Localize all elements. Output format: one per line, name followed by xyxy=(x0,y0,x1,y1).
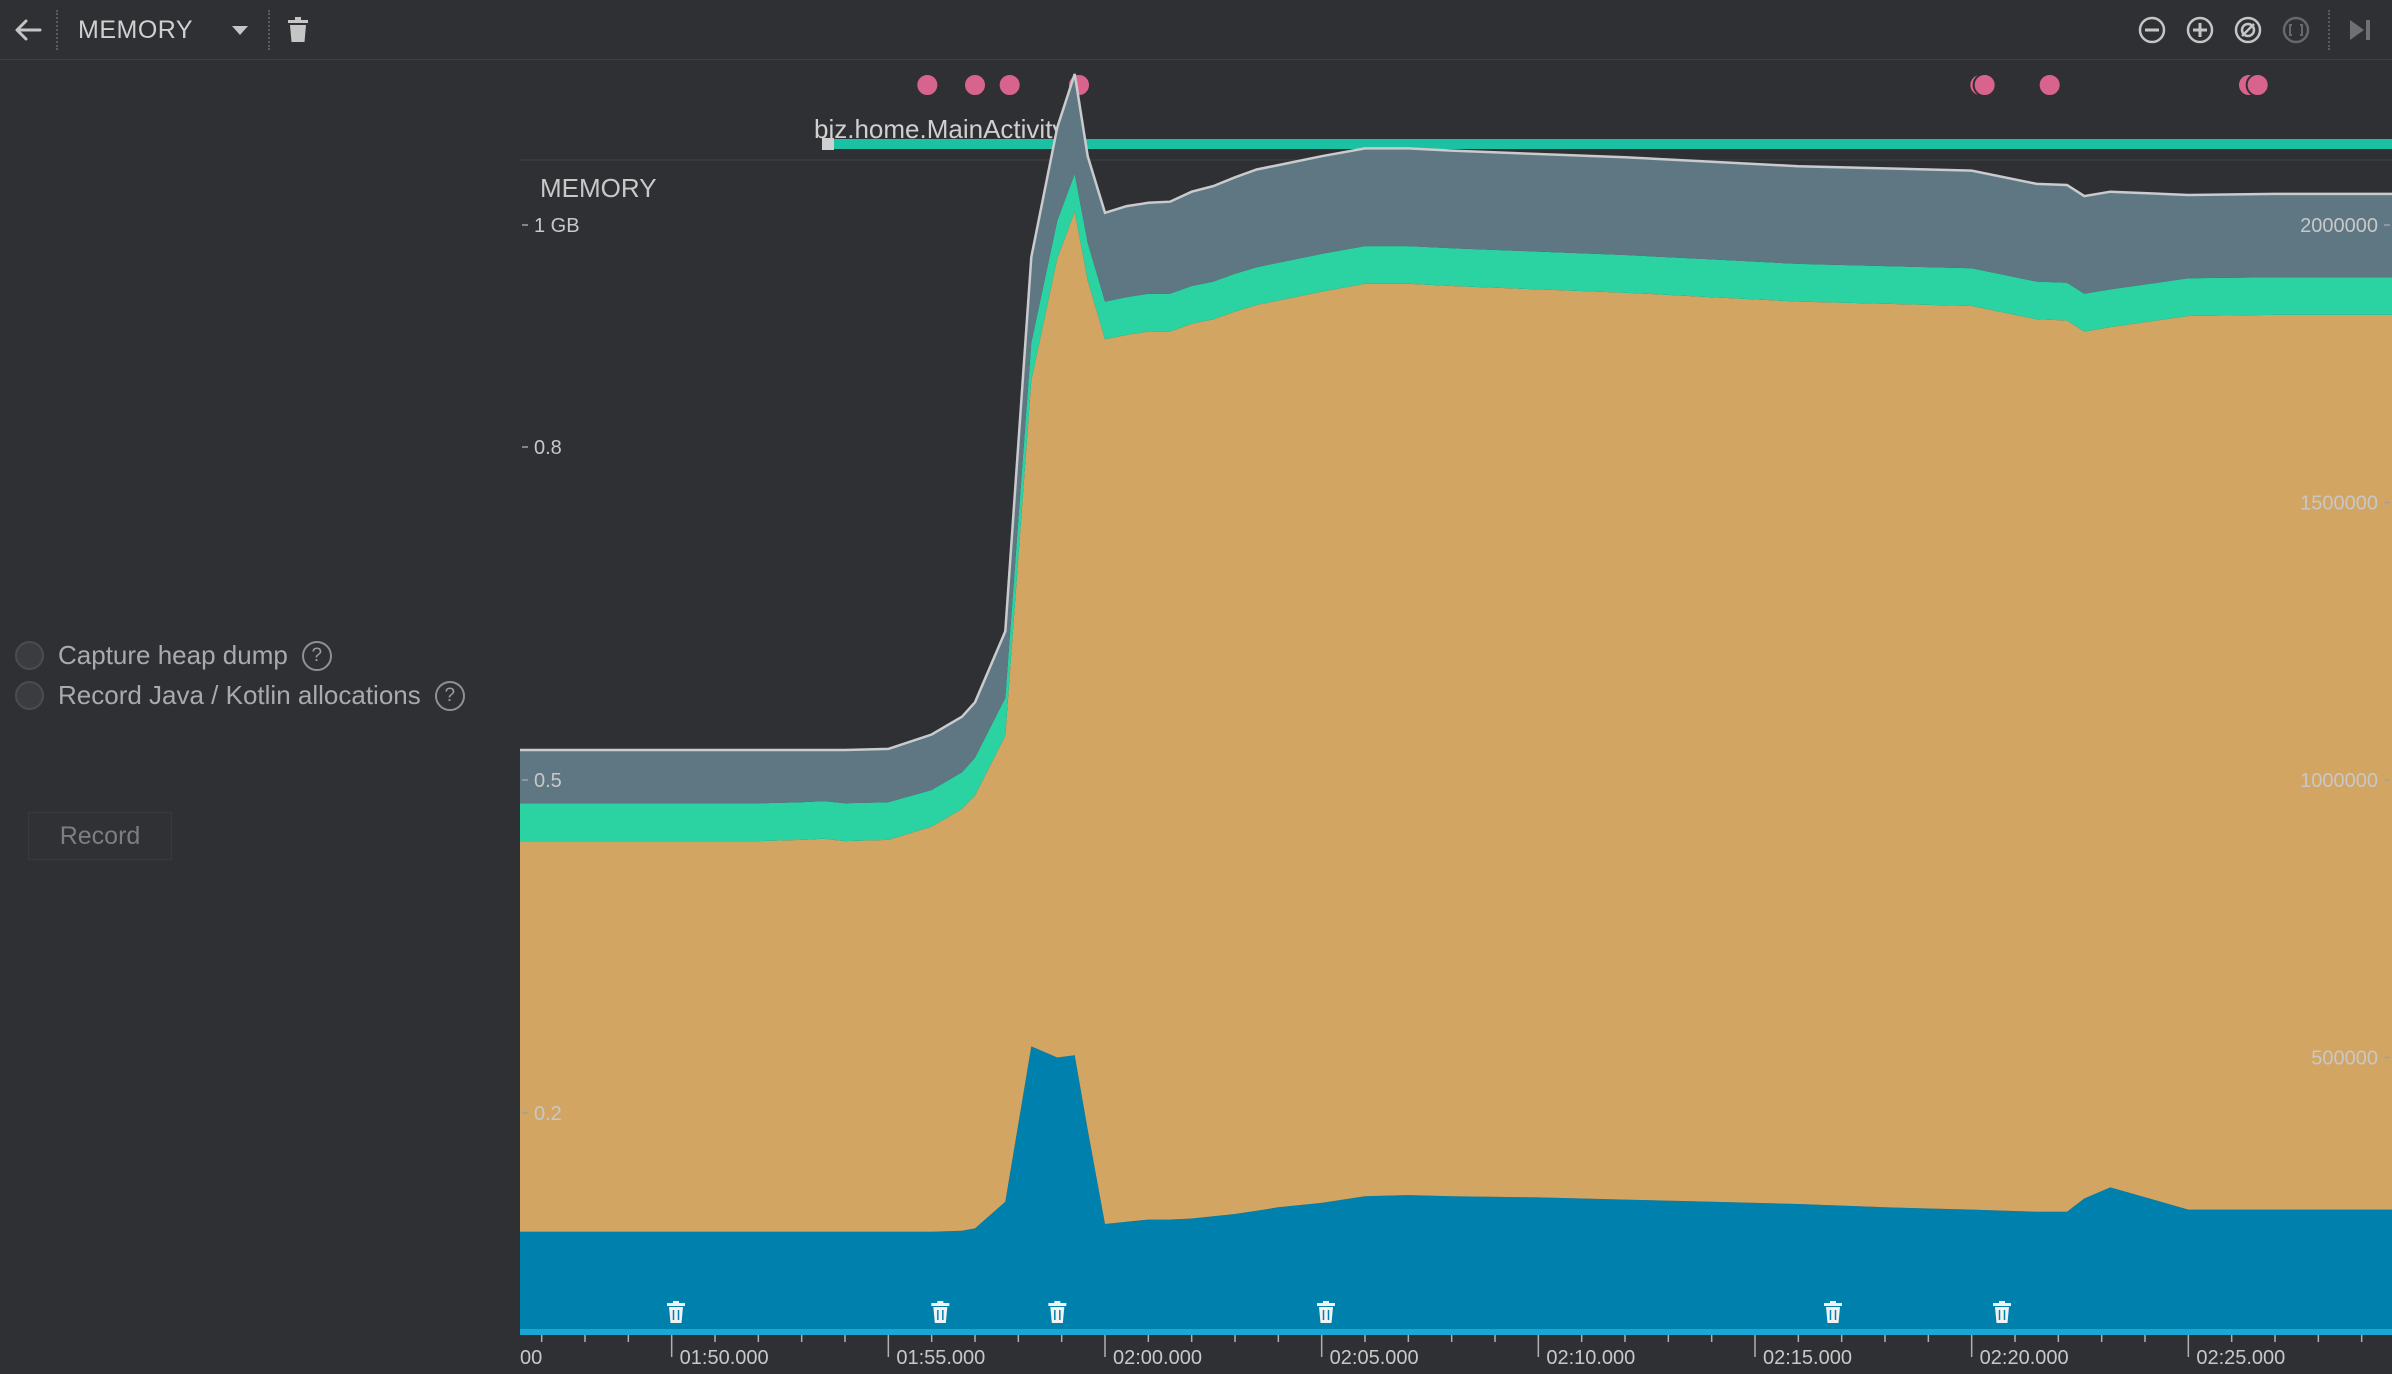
interaction-event-dot[interactable] xyxy=(2245,73,2270,97)
toolbar-separator xyxy=(56,10,58,50)
x-tick-label: 02:10.000 xyxy=(1546,1347,1635,1369)
record-allocations-option[interactable]: Record Java / Kotlin allocations ? xyxy=(15,680,465,711)
memory-areas xyxy=(520,73,2392,1335)
memory-chart-title: MEMORY xyxy=(540,173,657,203)
back-button[interactable] xyxy=(8,10,48,50)
memory-timeline[interactable]: biz.home.MainActivity MEMORY 1 GB 0.8 0.5 0… xyxy=(497,60,2392,1374)
trash-icon xyxy=(288,17,308,42)
zoom-in-button[interactable] xyxy=(2180,10,2220,50)
gc-trash-body xyxy=(933,1307,948,1323)
gc-trash-lid xyxy=(931,1303,950,1306)
gc-trash-handle xyxy=(673,1301,679,1303)
gc-trash-body xyxy=(669,1307,683,1323)
memory-area-java xyxy=(520,211,2392,1232)
x-tick-label: 01:50.000 xyxy=(680,1347,769,1369)
x-tick-label: 02:25.000 xyxy=(2196,1347,2285,1369)
zoom-out-icon xyxy=(2138,16,2166,44)
gc-trash-lid xyxy=(667,1303,685,1306)
gc-trash-lid xyxy=(1317,1303,1335,1306)
reset-zoom-icon xyxy=(2234,16,2262,44)
zoom-out-button[interactable] xyxy=(2132,10,2172,50)
record-allocations-label: Record Java / Kotlin allocations xyxy=(58,680,421,710)
help-icon[interactable]: ? xyxy=(434,680,465,711)
y-left-tick-label: 0.5 xyxy=(534,770,562,792)
go-live-icon xyxy=(2350,20,2370,40)
x-tick-label: 02:20.000 xyxy=(1980,1347,2069,1369)
interaction-events xyxy=(915,73,2270,97)
memory-chart[interactable]: biz.home.MainActivity MEMORY 1 GB 0.8 0.5 0… xyxy=(497,60,2392,1374)
y-right-tick-label: 1000000 xyxy=(2300,770,2378,792)
gc-trash-body xyxy=(1050,1307,1065,1323)
interaction-event-dot[interactable] xyxy=(963,73,987,97)
capture-heap-dump-option[interactable]: Capture heap dump ? xyxy=(15,640,332,671)
gc-trash-handle xyxy=(937,1301,944,1303)
x-tick-label: 01:55.000 xyxy=(896,1347,985,1369)
y-left-tick-label: 1 GB xyxy=(534,215,580,237)
frame-selection-icon xyxy=(2282,16,2310,44)
go-live-button[interactable] xyxy=(2340,10,2380,50)
interaction-event-dot[interactable] xyxy=(915,73,940,97)
y-right-tick-label: 500000 xyxy=(2311,1048,2378,1070)
x-tick-label: 00 xyxy=(520,1347,542,1369)
back-arrow-icon xyxy=(15,19,42,41)
interaction-event-dot[interactable] xyxy=(2037,73,2062,97)
timeline-axis-bar xyxy=(520,1329,2392,1335)
reset-zoom-button[interactable] xyxy=(2228,10,2268,50)
gc-trash-body xyxy=(1995,1307,2009,1323)
toolbar-separator xyxy=(268,10,270,50)
profiler-toolbar: MEMORY xyxy=(0,0,2392,60)
record-allocations-radio[interactable] xyxy=(15,681,44,710)
frame-selection-button[interactable] xyxy=(2276,10,2316,50)
x-tick-label: 02:15.000 xyxy=(1763,1347,1852,1369)
y-left-tick-label: 0.8 xyxy=(534,437,562,459)
gc-trash-handle xyxy=(1830,1301,1836,1303)
y-right-tick-label: 1500000 xyxy=(2300,493,2378,515)
activity-lane: biz.home.MainActivity xyxy=(814,114,2392,150)
capture-heap-dump-radio[interactable] xyxy=(15,641,44,670)
capture-heap-dump-label: Capture heap dump xyxy=(58,640,288,670)
zoom-in-icon xyxy=(2186,16,2214,44)
recording-options-panel: Capture heap dump ? Record Java / Kotlin… xyxy=(0,60,520,1374)
toolbar-separator xyxy=(2328,10,2330,50)
gc-trash-body xyxy=(1826,1307,1840,1323)
x-tick-label: 02:00.000 xyxy=(1113,1347,1202,1369)
y-left-tick-label: 0.2 xyxy=(534,1103,562,1125)
profiler-select[interactable]: MEMORY xyxy=(78,10,193,50)
gc-trash-handle xyxy=(1999,1301,2005,1303)
interaction-event-dot[interactable] xyxy=(1972,73,1997,97)
gc-trash-body xyxy=(1319,1307,1333,1323)
gc-trash-handle xyxy=(1323,1301,1329,1303)
gc-trash-lid xyxy=(1993,1303,2011,1306)
interaction-event-dot[interactable] xyxy=(997,73,1022,97)
help-icon[interactable]: ? xyxy=(301,640,332,671)
x-axis: 00 01:50.000 01:55.000 02:00.000 02:05.000 02… xyxy=(497,1329,2392,1369)
force-gc-button[interactable] xyxy=(280,10,316,50)
gc-trash-lid xyxy=(1048,1303,1067,1306)
y-right-tick-label: 2000000 xyxy=(2300,215,2378,237)
record-button[interactable]: Record xyxy=(28,812,172,860)
activity-start-marker xyxy=(822,138,834,150)
gc-trash-handle xyxy=(1054,1301,1061,1303)
chevron-down-icon[interactable] xyxy=(228,20,252,40)
x-tick-label: 02:05.000 xyxy=(1330,1347,1419,1369)
gc-trash-lid xyxy=(1824,1303,1842,1306)
